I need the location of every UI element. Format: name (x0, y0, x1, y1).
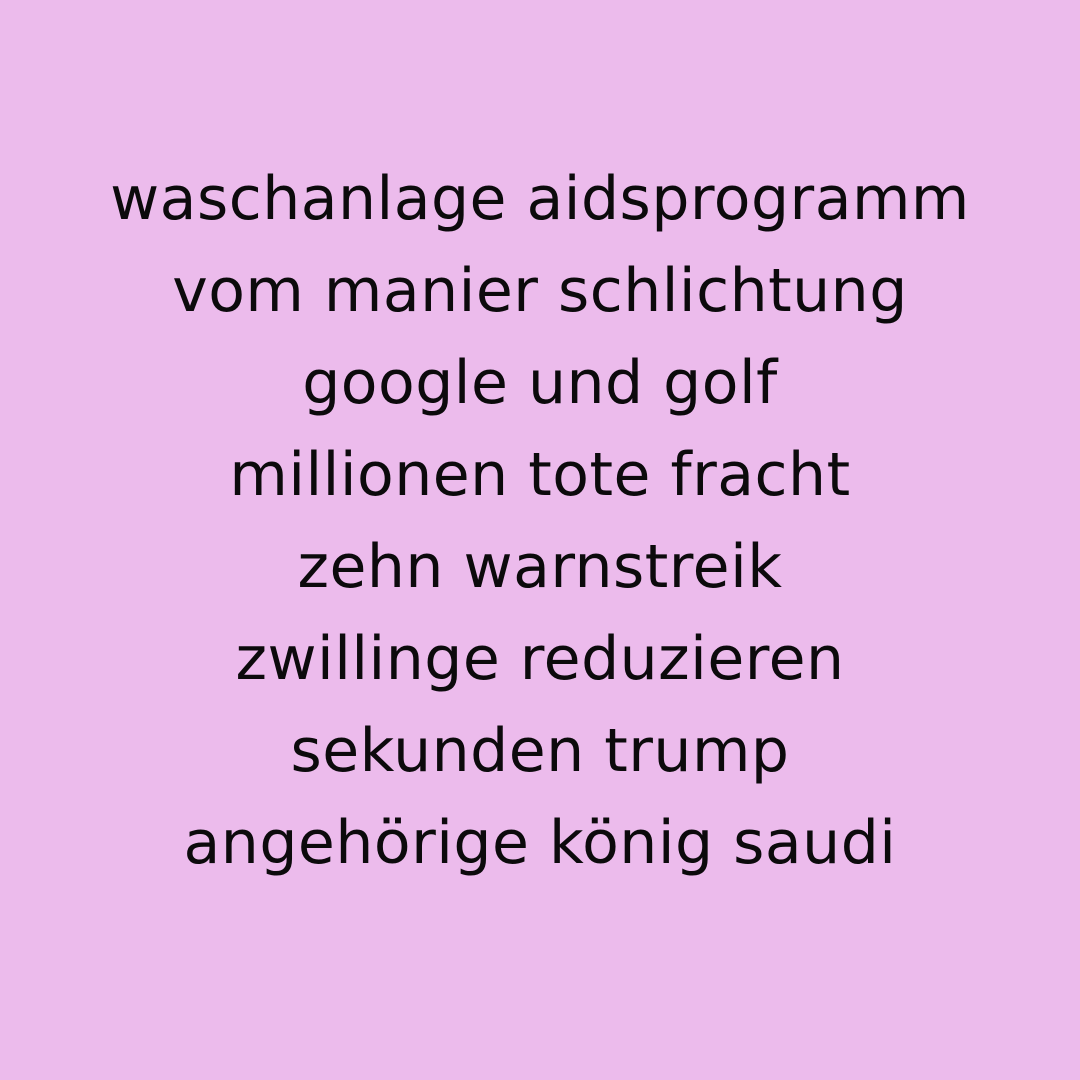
poem-line-7: sekunden trump (290, 716, 790, 786)
poem-line-4: millionen tote fracht (229, 440, 851, 510)
poem-line-6: zwillinge reduzieren (235, 624, 845, 694)
poem-line-2: vom manier schlichtung (172, 256, 908, 326)
poem-line-1: waschanlage aidsprogramm (110, 164, 970, 234)
poem-line-3: google und golf (302, 348, 778, 418)
poem-line-5: zehn warnstreik (297, 532, 783, 602)
poster: waschanlage aidsprogramm vom manier schl… (0, 0, 1080, 1080)
poem-line-8: angehörige könig saudi (183, 808, 897, 878)
word-poem: waschanlage aidsprogramm vom manier schl… (0, 153, 1080, 889)
